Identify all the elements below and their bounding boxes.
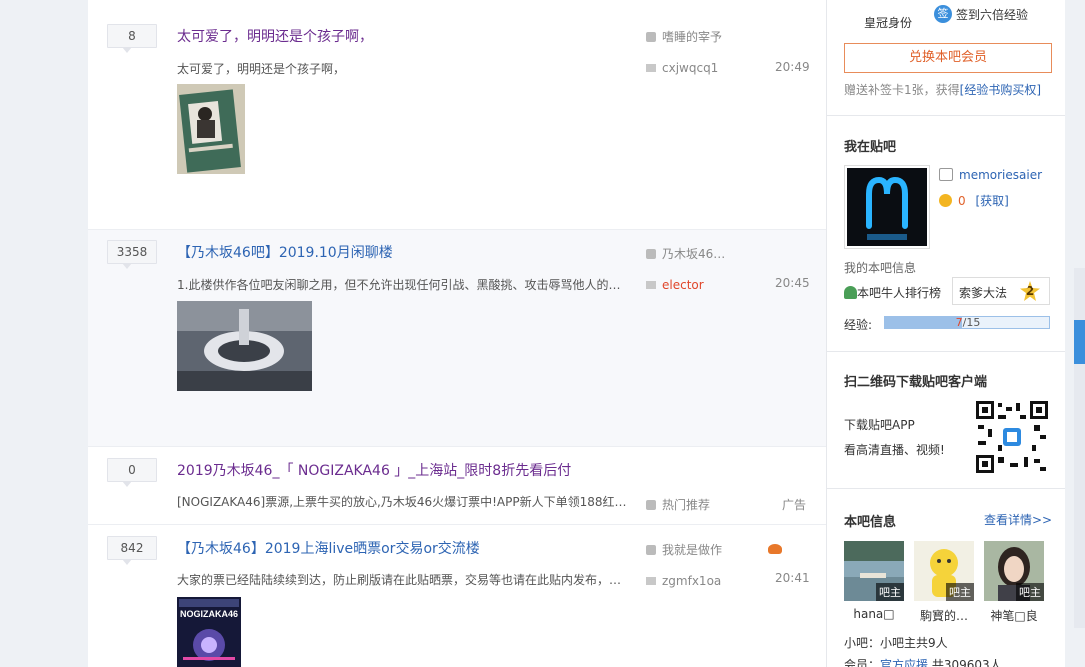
concert-poster-image (177, 597, 241, 667)
view-details-link[interactable]: 查看详情>> (984, 511, 1052, 528)
thread-author[interactable]: 乃木坂46… (646, 245, 725, 262)
owner-tag: 吧主 (946, 583, 974, 601)
my-info-label: 我的本吧信息 (844, 261, 917, 275)
members-link[interactable]: 官方应援 (880, 658, 928, 667)
user-card-icon (939, 168, 953, 181)
section-title: 本吧信息 (844, 515, 897, 530)
exp-book-link[interactable]: [经验书购买权] (960, 83, 1041, 97)
username-row[interactable]: memoriesaier (939, 168, 1042, 182)
thread-abstract: [NOGIZAKA46]票源,上票牛买的放心,乃木坂46火爆订票中!APP新人下… (177, 495, 637, 509)
gift-note: 赠送补签卡1张，获得[经验书购买权] (844, 83, 1042, 97)
section-title: 我在贴吧 (844, 140, 897, 155)
owner-name[interactable]: 駒寳的… (914, 607, 974, 624)
page-right-margin (1065, 0, 1085, 667)
bar-owner-card[interactable]: 吧主 神笔□良 (984, 541, 1044, 624)
owner-name[interactable]: 神笔□良 (984, 607, 1044, 624)
thread-item[interactable]: 8 太可爱了，明明还是个孩子啊， 太可爱了，明明还是个孩子啊， 嗜睡的宰予 cx… (88, 0, 826, 230)
reply-count-badge: 3358 (107, 240, 157, 269)
exchange-vip-button[interactable]: 兑换本吧会员 (844, 43, 1052, 73)
thread-thumbnail[interactable] (177, 84, 245, 174)
ad-label: 广告 (782, 498, 807, 512)
reply-count-badge: 0 (107, 458, 157, 487)
comment-icon (646, 281, 656, 289)
thread-title[interactable]: 【乃木坂46】2019上海live晒票or交易or交流楼 (177, 538, 480, 558)
reply-count-badge: 8 (107, 24, 157, 53)
exp-progress-bar: 7/15 (884, 316, 1050, 329)
level-badge[interactable]: 索爹大法 2 (952, 277, 1050, 305)
username-link[interactable]: memoriesaier (959, 168, 1042, 182)
last-replier[interactable]: zgmfx1oa (646, 574, 721, 588)
crown-label: 皇冠身份 (864, 16, 913, 30)
user-icon (646, 500, 656, 510)
thread-list: 8 太可爱了，明明还是个孩子啊， 太可爱了，明明还是个孩子啊， 嗜睡的宰予 cx… (88, 0, 826, 667)
thread-author: 热门推荐 (646, 496, 710, 513)
floating-toolbar-active-button[interactable] (1074, 320, 1085, 364)
sign-bonus-label[interactable]: 签到六倍经验 (956, 6, 1028, 23)
owner-avatar[interactable]: 吧主 (984, 541, 1044, 601)
exp-label: 经验: (844, 318, 873, 332)
avatar[interactable] (844, 165, 930, 249)
app-download-section: 扫二维码下载贴吧客户端 下载贴吧APP 看高清直播、视频! (827, 352, 1066, 489)
rank-user-icon (844, 286, 857, 299)
author-badge-icon (768, 544, 783, 554)
members-info: 会员：官方应援 共309603人 (844, 656, 1002, 667)
thread-title[interactable]: 2019乃木坂46_「 NOGIZAKA46 」_上海站_限时8折先看后付 (177, 460, 571, 480)
last-replier[interactable]: cxjwqcq1 (646, 61, 718, 75)
coin-row: 0 [获取] (939, 192, 1009, 209)
user-icon (646, 32, 656, 42)
rank-link[interactable]: 本吧牛人排行榜 (844, 284, 941, 301)
concert-stage-image (177, 301, 312, 391)
section-title: 扫二维码下载贴吧客户端 (844, 375, 988, 390)
exp-progress-text: 7/15 (955, 316, 981, 329)
owner-tag: 吧主 (876, 583, 904, 601)
thread-abstract: 太可爱了，明明还是个孩子啊， (177, 62, 346, 76)
aries-avatar-image (847, 168, 927, 246)
ad-thread-item[interactable]: 0 2019乃木坂46_「 NOGIZAKA46 」_上海站_限时8折先看后付 … (88, 447, 826, 525)
small-owner-info: 小吧：小吧主共9人 (844, 636, 948, 650)
coin-icon (939, 194, 952, 207)
thread-title[interactable]: 太可爱了，明明还是个孩子啊， (177, 26, 373, 46)
thread-author[interactable]: 我就是做作 (646, 541, 783, 558)
comment-icon (646, 577, 656, 585)
thread-thumbnail[interactable] (177, 301, 312, 391)
page-left-margin (0, 0, 88, 667)
get-coin-link[interactable]: [获取] (975, 194, 1008, 208)
thread-title[interactable]: 【乃木坂46吧】2019.10月闲聊楼 (177, 242, 393, 262)
bar-owner-card[interactable]: 吧主 hana□ (844, 541, 904, 621)
poster-title: NOGIZAKA46 (180, 609, 239, 619)
thread-abstract: 1.此楼供作各位吧友闲聊之用，但不允许出现任何引战、黑酸挑、攻击辱骂他人的行… (177, 278, 632, 292)
sign-icon: 签 (934, 5, 952, 23)
right-sidebar: 皇冠身份 签 签到六倍经验 兑换本吧会员 赠送补签卡1张，获得[经验书购买权] … (826, 0, 1066, 667)
owner-avatar[interactable]: 吧主 (844, 541, 904, 601)
owner-tag: 吧主 (1016, 583, 1044, 601)
last-replier[interactable]: elector (646, 278, 704, 292)
reply-time: 20:49 (775, 60, 810, 74)
thread-thumbnail[interactable]: NOGIZAKA46 (177, 597, 241, 667)
thread-item[interactable]: 842 【乃木坂46】2019上海live晒票or交易or交流楼 大家的票已经陆… (88, 525, 826, 667)
thread-item[interactable]: 3358 【乃木坂46吧】2019.10月闲聊楼 1.此楼供作各位吧友闲聊之用，… (88, 230, 826, 447)
owner-name[interactable]: hana□ (844, 607, 904, 621)
download-app-text: 下载贴吧APP (844, 418, 915, 432)
reply-time: 20:41 (775, 571, 810, 585)
owner-avatar[interactable]: 吧主 (914, 541, 974, 601)
user-icon (646, 249, 656, 259)
thread-author[interactable]: 嗜睡的宰予 (646, 28, 722, 45)
app-promo-text: 看高清直播、视频! (844, 443, 945, 457)
qr-code-image (976, 401, 1048, 473)
user-icon (646, 545, 656, 555)
reply-time: 20:45 (775, 276, 810, 290)
thread-abstract: 大家的票已经陆陆续续到达，防止刷版请在此贴晒票，交易等也请在此贴内发布，请… (177, 573, 632, 587)
reply-count-badge: 842 (107, 536, 157, 565)
bar-owner-card[interactable]: 吧主 駒寳的… (914, 541, 974, 624)
member-section: 皇冠身份 签 签到六倍经验 兑换本吧会员 赠送补签卡1张，获得[经验书购买权] (827, 0, 1066, 116)
magazine-image (177, 84, 245, 174)
comment-icon (646, 64, 656, 72)
level-star-icon: 2 (1020, 281, 1040, 301)
level-name: 索爹大法 (959, 286, 1008, 300)
qr-code[interactable] (976, 401, 1048, 473)
